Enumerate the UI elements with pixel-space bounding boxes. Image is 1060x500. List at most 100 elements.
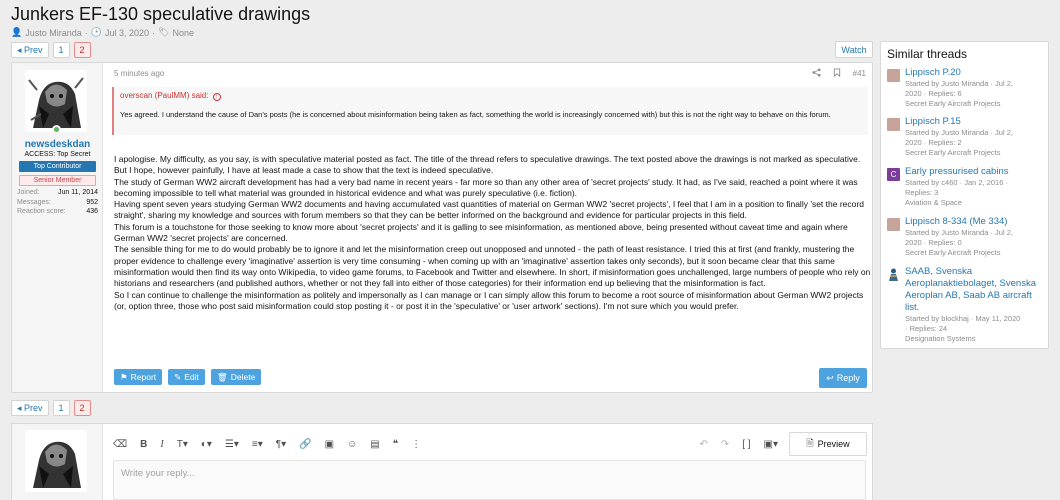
quote-icon[interactable]: ❝ [393, 439, 398, 450]
undo-icon[interactable]: ↶ [699, 439, 707, 450]
stat-joined: Joined: Jun 11, 2014 [17, 189, 98, 196]
text-size-icon[interactable]: T▾ [177, 439, 188, 450]
user-title: ACCESS: Top Secret [24, 151, 91, 158]
reply-button[interactable]: ↩ Reply [819, 368, 867, 388]
similar-thread-title[interactable]: SAAB, Svenska Aeroplanaktiebolaget, Sven… [905, 266, 1047, 314]
thread-date-link[interactable]: Jul 3, 2020 [105, 28, 149, 38]
post-41: newsdeskdan ACCESS: Top Secret Top Contr… [11, 62, 873, 393]
quote-text: Yes agreed. I understand the cause of Da… [120, 110, 831, 119]
avatar[interactable] [25, 70, 87, 132]
pagination-bottom: ◂ Prev 1 2 [11, 400, 91, 416]
bbcode-icon[interactable]: [ ] [742, 439, 750, 450]
avatar[interactable] [887, 218, 900, 231]
post-paragraph: The sensible thing for me to do would pr… [114, 244, 871, 289]
bold-icon[interactable]: B [140, 439, 147, 450]
similar-thread-forum[interactable]: Secret Early Aircraft Projects [905, 99, 1047, 109]
post-timestamp[interactable]: 5 minutes ago [114, 69, 164, 78]
preview-button[interactable]: 🗎 Preview [789, 432, 867, 456]
quote-author[interactable]: overscan (PaulMM) said: [120, 91, 208, 100]
bookmark-icon[interactable] [833, 68, 841, 79]
similar-threads-panel: Similar threads Lippisch P.20 Started by… [880, 41, 1049, 349]
thread-author-link[interactable]: Justo Miranda [25, 28, 82, 38]
reply-icon: ↩ [826, 372, 834, 383]
more-icon[interactable]: ⋮ [411, 439, 421, 450]
flag-icon: ⚑ [120, 371, 128, 382]
reply-input[interactable]: Write your reply... [113, 460, 866, 500]
similar-thread-meta: 2020 · Replies: 6 [905, 89, 962, 98]
user-icon: 👤 [11, 27, 23, 37]
page-2-link[interactable]: 2 [73, 42, 91, 58]
post-username[interactable]: newsdeskdan [12, 139, 103, 150]
post-paragraph: The study of German WW2 aircraft develop… [114, 176, 858, 198]
similar-thread-title[interactable]: Lippisch P.20 [905, 67, 1047, 79]
clock-icon: 🕒 [90, 27, 102, 37]
page-2-link[interactable]: 2 [73, 400, 91, 416]
watch-button[interactable]: Watch [835, 41, 873, 58]
share-icon[interactable] [812, 68, 821, 79]
separator: · [84, 27, 88, 38]
stat-reaction-score: Reaction score: 436 [17, 208, 98, 215]
page-1-link[interactable]: 1 [52, 400, 70, 416]
similar-thread-meta: 2020 · Replies: 0 [905, 238, 962, 247]
tag-icon: 🏷 [158, 27, 170, 37]
align-icon[interactable]: ≡▾ [252, 439, 263, 450]
post-number-link[interactable]: #41 [853, 69, 866, 78]
emoji-icon[interactable]: ☺ [347, 439, 357, 450]
pagination-top: ◂ Prev 1 2 [11, 42, 91, 58]
similar-thread-title[interactable]: Lippisch 8-334 (Me 334) [905, 216, 1047, 228]
thread-tags: None [172, 27, 194, 38]
similar-thread-forum[interactable]: Secret Early Aircraft Projects [905, 248, 1047, 258]
avatar[interactable] [25, 430, 87, 492]
redo-icon[interactable]: ↷ [721, 439, 729, 450]
similar-thread-meta: Started by Justo Miranda · Jul 2, [905, 79, 1013, 88]
editor-toolbar: ⌫ B I T▾ ◐▾ ☰▾ ≡▾ ¶▾ 🔗 ▣ ☺ ▤ ❝ ⋮ ↶ ↷ [ ]… [113, 432, 866, 456]
edit-button[interactable]: ✎ Edit [168, 369, 205, 385]
palette-icon[interactable]: ◐▾ [201, 439, 212, 450]
similar-thread-forum[interactable]: Aviation & Space [905, 198, 1047, 208]
avatar[interactable] [887, 268, 900, 281]
link-icon[interactable]: 🔗 [299, 439, 311, 450]
post-main: 5 minutes ago #41 overscan (PaulMM) said… [103, 63, 872, 392]
post-paragraph: Having spent seven years studying German… [114, 199, 864, 221]
similar-thread-forum[interactable]: Designation Systems [905, 334, 1047, 344]
quick-reply-editor: ⌫ B I T▾ ◐▾ ☰▾ ≡▾ ¶▾ 🔗 ▣ ☺ ▤ ❝ ⋮ ↶ ↷ [ ]… [11, 423, 873, 500]
delete-button[interactable]: 🗑 Delete [210, 369, 262, 385]
quote-header[interactable]: overscan (PaulMM) said: ↑ [120, 91, 221, 101]
post-body: I apologise. My difficulty, as you say, … [114, 154, 872, 312]
avatar[interactable] [887, 69, 900, 82]
thread-meta: 👤 Justo Miranda · 🕒 Jul 3, 2020 · 🏷 None [11, 27, 194, 38]
senior-member-banner: Senior Member [19, 175, 96, 186]
similar-thread-meta: Started by Justo Miranda · Jul 2, [905, 228, 1013, 237]
drafts-icon[interactable]: ▣▾ [764, 439, 778, 450]
similar-thread-title[interactable]: Early pressurised cabins [905, 166, 1047, 178]
post-paragraph: This forum is a touchstone for those see… [114, 221, 848, 244]
top-contributor-banner: Top Contributor [19, 161, 96, 172]
avatar[interactable]: C [887, 168, 900, 181]
prev-page-button[interactable]: ◂ Prev [11, 42, 49, 58]
separator: · [152, 27, 156, 38]
post-footer-actions: ⚑ Report ✎ Edit 🗑 Delete [114, 369, 262, 385]
arrow-up-icon[interactable]: ↑ [212, 93, 221, 101]
media-icon[interactable]: ▤ [370, 439, 379, 450]
preview-icon: 🗎 [806, 438, 814, 448]
post-actions: #41 [812, 68, 866, 79]
image-icon[interactable]: ▣ [325, 439, 334, 450]
similar-thread-title[interactable]: Lippisch P.15 [905, 116, 1047, 128]
similar-thread-meta: · Replies: 24 [905, 324, 948, 333]
similar-thread-forum[interactable]: Secret Early Aircraft Projects [905, 148, 1047, 158]
online-status-icon [52, 125, 61, 134]
similar-thread-meta: Started by Justo Miranda · Jul 2, [905, 128, 1013, 137]
list-icon[interactable]: ☰▾ [225, 439, 239, 450]
paragraph-icon[interactable]: ¶▾ [276, 439, 286, 450]
eraser-icon[interactable]: ⌫ [113, 439, 127, 450]
post-paragraph: So I can continue to challenge the misin… [114, 289, 864, 311]
trash-icon: 🗑 [216, 371, 228, 382]
similar-thread-meta: Started by blockhaj · May 11, 2020 [905, 314, 1021, 323]
prev-page-button[interactable]: ◂ Prev [11, 400, 49, 416]
report-button[interactable]: ⚑ Report [114, 369, 163, 385]
user-stats: Joined: Jun 11, 2014 Messages: 952 Reactio… [17, 188, 98, 217]
page-1-link[interactable]: 1 [52, 42, 70, 58]
pencil-icon: ✎ [174, 371, 182, 382]
italic-icon[interactable]: I [160, 439, 163, 450]
avatar[interactable] [887, 118, 900, 131]
